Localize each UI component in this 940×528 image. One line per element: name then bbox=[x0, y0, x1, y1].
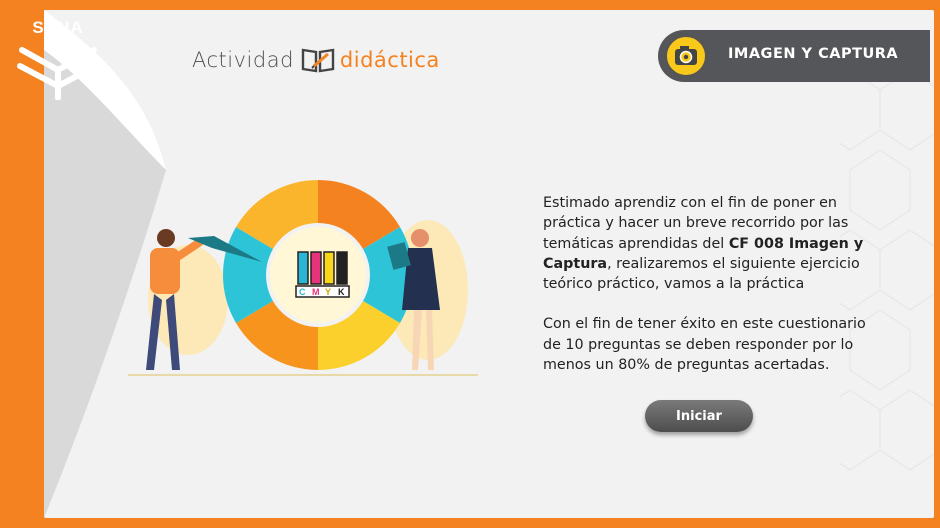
sena-logo-icon bbox=[17, 37, 99, 100]
cmyk-label: M bbox=[312, 287, 320, 297]
sena-logo: SENA bbox=[14, 18, 102, 100]
activity-title-part2: didáctica bbox=[339, 48, 440, 72]
activity-title-part1: Actividad bbox=[192, 48, 294, 72]
intro-paragraph-2: Con el fin de tener éxito en este cuesti… bbox=[543, 316, 866, 374]
start-button[interactable]: Iniciar bbox=[645, 400, 753, 432]
topic-badge: IMAGEN Y CAPTURA bbox=[658, 30, 930, 82]
cmyk-label: C bbox=[299, 287, 306, 297]
cmyk-label: Y bbox=[325, 287, 331, 297]
sena-logo-text: SENA bbox=[32, 18, 84, 37]
topic-label: IMAGEN Y CAPTURA bbox=[728, 46, 899, 62]
activity-title: Actividad didáctica bbox=[192, 44, 440, 76]
intro-text: Estimado aprendiz con el fin de poner en… bbox=[543, 193, 883, 375]
intro-paragraph-1: Estimado aprendiz con el fin de poner en… bbox=[543, 193, 883, 294]
camera-icon bbox=[664, 34, 708, 78]
open-book-pencil-icon bbox=[301, 48, 335, 73]
cmyk-label: K bbox=[338, 287, 345, 297]
cmyk-illustration: CMYK bbox=[128, 180, 478, 376]
